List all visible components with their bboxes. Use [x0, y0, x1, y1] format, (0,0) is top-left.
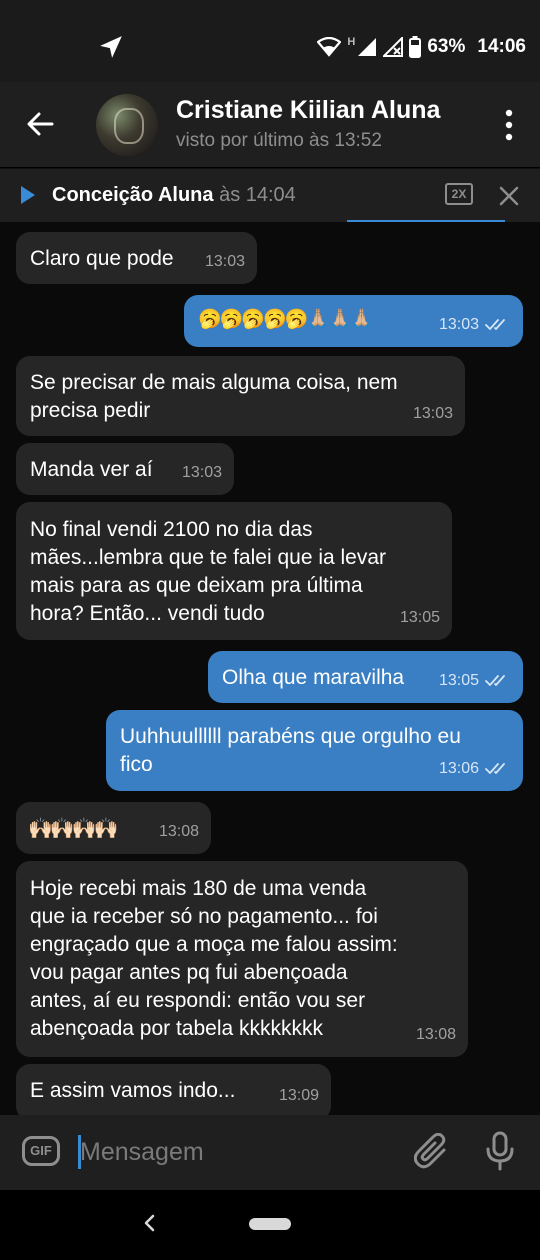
audio-time: às 14:04: [219, 184, 296, 206]
attachment-paperclip-icon[interactable]: [414, 1133, 450, 1171]
message-time: 13:06: [439, 755, 511, 783]
chat-header: Cristiane Kiilian Aluna visto por último…: [0, 82, 540, 167]
system-navigation-bar: [0, 1190, 540, 1260]
message-time: 13:03: [181, 464, 222, 481]
message-bubble-outgoing[interactable]: Olha que maravilha 13:05: [208, 651, 523, 703]
microphone-icon[interactable]: [484, 1131, 516, 1171]
home-pill[interactable]: [249, 1218, 291, 1230]
status-bar: H 63% 14:06: [0, 0, 540, 82]
play-icon[interactable]: [20, 185, 36, 205]
playback-speed-button[interactable]: 2X: [445, 183, 473, 205]
network-type-label: H: [347, 36, 356, 48]
wifi-icon: [317, 37, 342, 57]
system-back-icon[interactable]: [140, 1212, 160, 1234]
cell-signal-no-data-icon: [383, 37, 404, 57]
message-bubble-incoming[interactable]: Claro que pode 13:03: [16, 232, 257, 284]
read-receipt-icon: [485, 675, 505, 686]
message-bubble-incoming[interactable]: Hoje recebi mais 180 de uma venda que ia…: [16, 861, 468, 1057]
message-text: Hoje recebi mais 180 de uma venda que ia…: [30, 877, 398, 1040]
message-bubble-incoming[interactable]: 🙌🏻🙌🏻🙌🏻🙌🏻 13:08: [16, 802, 211, 854]
message-text: Se precisar de mais alguma coisa, nem pr…: [30, 371, 398, 422]
message-list[interactable]: Claro que pode 13:03 🥱🥱🥱🥱🥱🙏🏼🙏🏼🙏🏼 13:03 S…: [0, 222, 540, 1115]
message-time: 13:03: [412, 405, 453, 422]
last-seen-status: visto por último às 13:52: [176, 130, 382, 151]
read-receipt-icon: [485, 763, 505, 774]
contact-name[interactable]: Cristiane Kiilian Aluna: [176, 96, 440, 125]
battery-icon: [409, 36, 422, 58]
message-input-bar: GIF: [0, 1115, 540, 1190]
gif-button[interactable]: GIF: [22, 1136, 60, 1166]
close-icon[interactable]: [498, 185, 520, 207]
battery-percentage: 63%: [427, 36, 466, 57]
navigation-arrow-icon: [100, 36, 122, 58]
audio-title: Conceição Aluna às 14:04: [52, 184, 296, 207]
message-bubble-incoming[interactable]: No final vendi 2100 no dia das mães...le…: [16, 502, 452, 640]
message-bubble-incoming[interactable]: Se precisar de mais alguma coisa, nem pr…: [16, 356, 465, 436]
message-time: 13:03: [204, 253, 245, 270]
message-text: No final vendi 2100 no dia das mães...le…: [30, 518, 387, 625]
message-bubble-outgoing[interactable]: 🥱🥱🥱🥱🥱🙏🏼🙏🏼🙏🏼 13:03: [184, 295, 523, 347]
message-input[interactable]: [80, 1135, 390, 1169]
message-bubble-incoming[interactable]: Manda ver aí 13:03: [16, 443, 234, 495]
message-bubble-incoming[interactable]: E assim vamos indo... 13:09: [16, 1064, 331, 1115]
contact-avatar[interactable]: [96, 94, 158, 156]
message-time: 13:03: [439, 311, 511, 339]
audio-author: Conceição Aluna: [52, 184, 214, 206]
message-time: 13:09: [278, 1087, 319, 1104]
message-time: 13:05: [439, 667, 511, 695]
cell-signal-icon: [358, 38, 377, 56]
message-time: 13:08: [158, 823, 199, 840]
message-time: 13:05: [399, 609, 440, 626]
message-bubble-outgoing[interactable]: Uuhhuullllll parabéns que orgulho eu fic…: [106, 710, 523, 791]
read-receipt-icon: [485, 319, 505, 330]
message-time: 13:08: [415, 1026, 456, 1043]
more-options-icon[interactable]: [504, 108, 514, 142]
back-arrow-icon[interactable]: [24, 108, 56, 140]
status-icons: H 63% 14:06: [317, 34, 526, 60]
status-clock: 14:06: [477, 36, 526, 57]
audio-player-bar[interactable]: Conceição Aluna às 14:04 2X: [0, 168, 540, 222]
